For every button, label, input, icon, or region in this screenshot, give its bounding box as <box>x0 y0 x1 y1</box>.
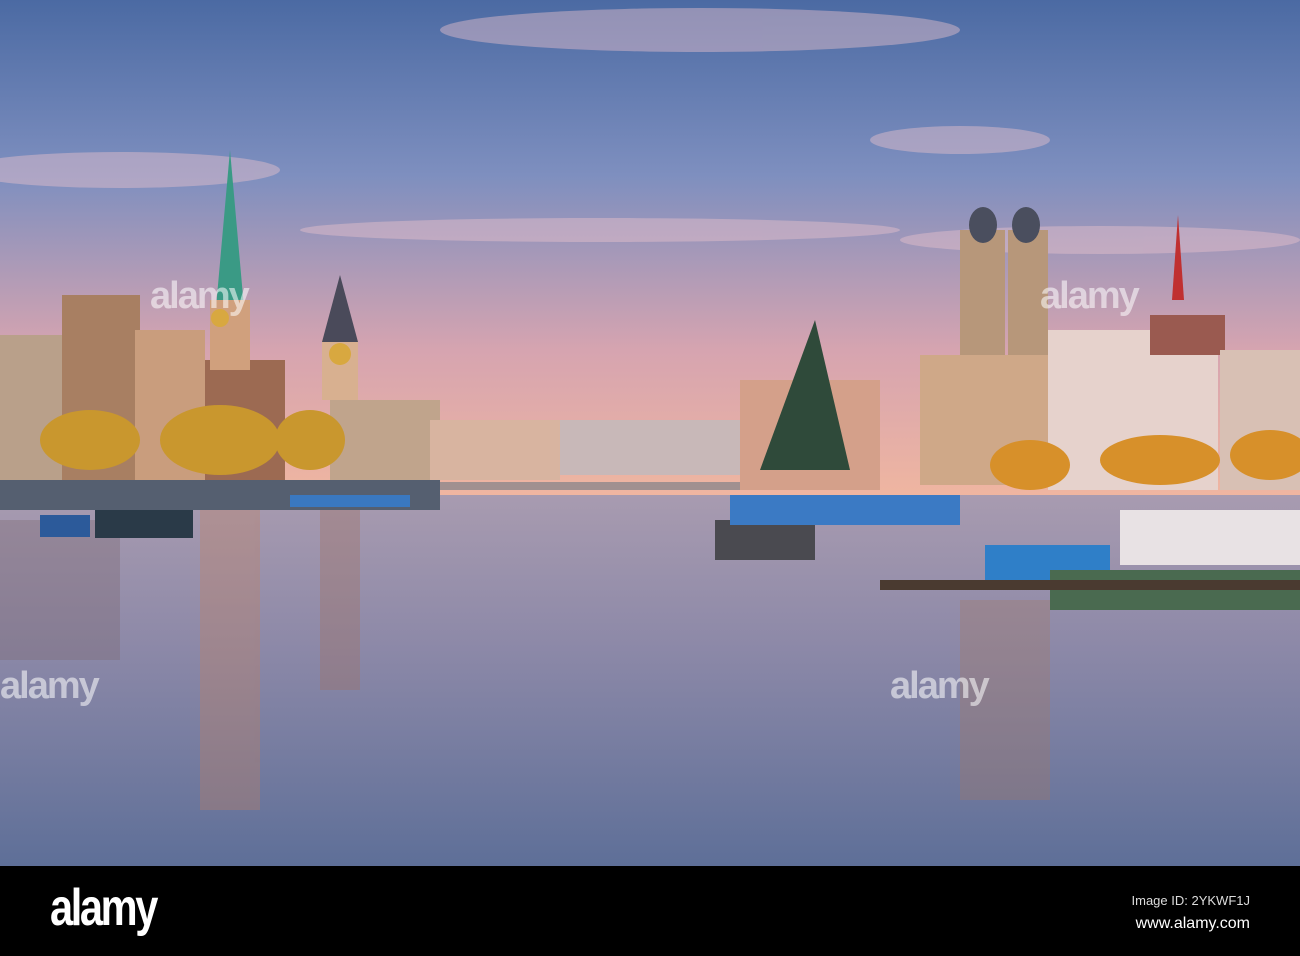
image-id: Image ID: 2YKWF1J <box>1131 893 1250 908</box>
watermark: alamy <box>150 275 250 317</box>
alamy-logo: alamy <box>50 879 158 937</box>
stock-photo: alamy alamy alamy alamy alamy Image ID: … <box>0 0 1300 956</box>
site-url: www.alamy.com <box>1135 915 1250 932</box>
watermark: alamy <box>890 665 990 707</box>
watermark-bar <box>0 866 1300 956</box>
watermark: alamy <box>0 665 100 707</box>
watermark: alamy <box>1040 275 1140 317</box>
zurich-river-sunset-scene <box>0 0 1300 866</box>
